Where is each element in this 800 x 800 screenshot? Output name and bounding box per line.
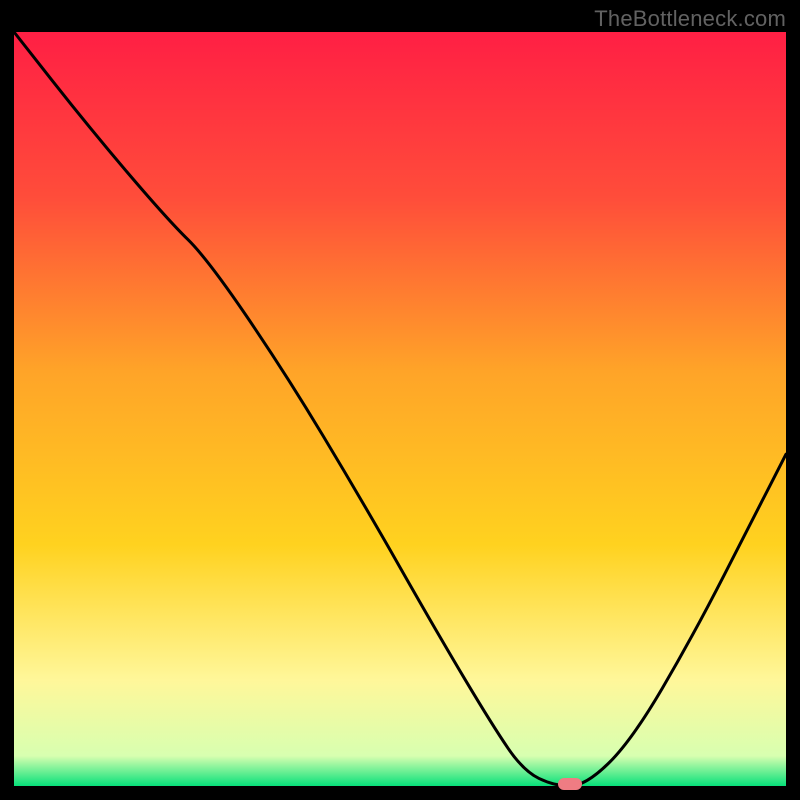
optimal-point-marker (558, 778, 582, 790)
bottleneck-plot (14, 32, 786, 786)
plot-area (14, 32, 786, 786)
watermark-text: TheBottleneck.com (594, 6, 786, 32)
chart-frame: TheBottleneck.com (0, 0, 800, 800)
